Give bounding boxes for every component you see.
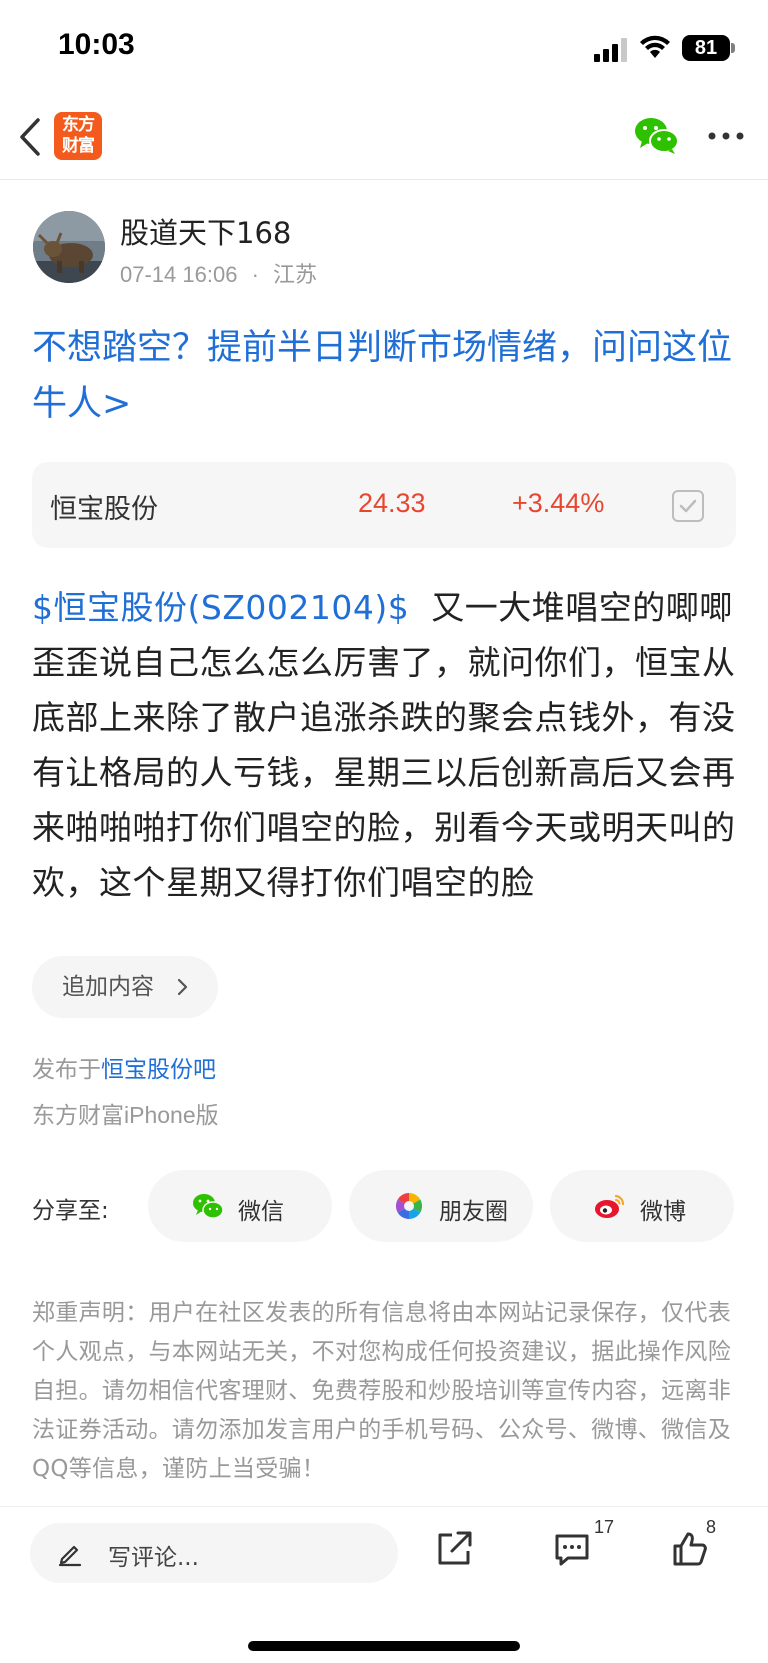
weibo-icon	[595, 1194, 625, 1218]
post-location: 江苏	[273, 262, 318, 287]
author-name[interactable]: 股道天下168	[120, 210, 291, 252]
check-icon	[679, 499, 697, 513]
disclaimer-text: 郑重声明：用户在社区发表的所有信息将由本网站记录保存，仅代表个人观点，与本网站无…	[32, 1300, 731, 1482]
stock-quote-card[interactable]: 恒宝股份 24.33 +3.44%	[32, 462, 736, 548]
logo-line2: 财富	[62, 136, 95, 156]
stock-bar-link[interactable]: 恒宝股份吧	[101, 1057, 216, 1083]
bull-avatar-image	[33, 211, 105, 283]
meta-separator: ·	[251, 262, 259, 287]
chevron-right-icon	[177, 978, 188, 996]
wifi-icon	[640, 35, 670, 58]
stock-tag-link[interactable]: $恒宝股份(SZ002104)$	[32, 588, 409, 627]
add-content-label: 追加内容	[62, 974, 154, 1000]
published-prefix: 发布于	[32, 1057, 101, 1083]
share-wechat-button[interactable]: 微信	[148, 1170, 332, 1242]
stock-name: 恒宝股份	[50, 494, 158, 525]
moments-icon	[395, 1192, 423, 1220]
logo-line1: 东方	[62, 115, 95, 135]
comment-count: 17	[594, 1517, 615, 1537]
share-weibo-label: 微博	[640, 1199, 686, 1225]
cellular-signal-icon	[594, 38, 627, 62]
share-wechat-label: 微信	[238, 1199, 284, 1225]
battery-tip	[731, 43, 735, 53]
back-arrow-icon[interactable]	[18, 116, 42, 158]
share-moments-label: 朋友圈	[439, 1199, 508, 1225]
comment-placeholder: 写评论...	[108, 1545, 199, 1571]
add-watchlist-checkbox[interactable]	[672, 490, 704, 522]
avatar[interactable]	[33, 211, 105, 283]
stock-change: +3.44%	[512, 488, 605, 518]
eastmoney-logo: 东方 财富	[54, 112, 102, 160]
promo-link[interactable]: 不想踏空？提前半日判断市场情绪，问问这位牛人>	[32, 320, 742, 432]
wechat-icon[interactable]	[634, 116, 680, 156]
stock-price: 24.33	[358, 488, 426, 518]
pen-icon	[58, 1545, 82, 1567]
post-meta: 07-14 16:06 · 江苏	[120, 257, 317, 289]
add-content-button[interactable]: 追加内容	[32, 956, 218, 1018]
thumbs-up-icon[interactable]	[670, 1529, 710, 1569]
more-dots-icon[interactable]	[706, 128, 746, 144]
share-icon[interactable]	[434, 1529, 474, 1569]
post-content: $恒宝股份(SZ002104)$ 又一大堆唱空的唧唧歪歪说自己怎么怎么厉害了，就…	[32, 580, 742, 910]
published-in: 发布于恒宝股份吧	[32, 1050, 216, 1084]
status-time: 10:03	[58, 28, 135, 61]
battery-level: 81	[682, 35, 730, 61]
share-label: 分享至:	[32, 1198, 109, 1224]
nav-bar: 东方 财富	[0, 96, 768, 180]
share-moments-button[interactable]: 朋友圈	[349, 1170, 533, 1242]
client-source: 东方财富iPhone版	[32, 1102, 219, 1128]
post-date: 07-14 16:06	[120, 262, 238, 287]
comment-icon[interactable]	[552, 1529, 592, 1569]
home-indicator	[248, 1641, 520, 1651]
bottom-action-bar: 写评论... 17 8	[0, 1506, 768, 1663]
status-bar: 10:03 81	[0, 0, 768, 96]
like-count: 8	[706, 1517, 717, 1537]
wechat-icon	[193, 1194, 224, 1219]
post-body: 又一大堆唱空的唧唧歪歪说自己怎么怎么厉害了，就问你们，恒宝从底部上来除了散户追涨…	[32, 588, 736, 902]
share-weibo-button[interactable]: 微博	[550, 1170, 734, 1242]
comment-input[interactable]: 写评论...	[30, 1523, 398, 1583]
